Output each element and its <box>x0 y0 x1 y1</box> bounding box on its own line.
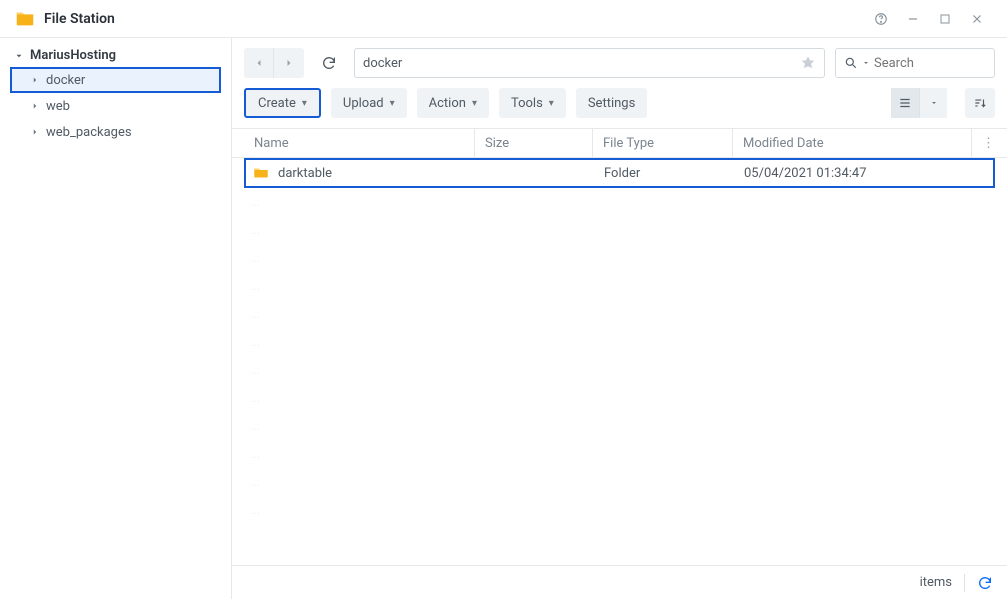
close-button[interactable] <box>961 7 993 31</box>
grid-body: darktable Folder 05/04/2021 01:34:47 ...… <box>232 158 1007 565</box>
upload-button[interactable]: Upload ▾ <box>331 88 407 118</box>
path-text: docker <box>363 56 402 71</box>
column-menu-button[interactable]: ⋮ <box>971 129 995 157</box>
minimize-button[interactable] <box>897 7 929 31</box>
chevron-right-icon <box>30 101 40 111</box>
empty-row: ... <box>244 300 995 328</box>
app-title: File Station <box>44 11 115 27</box>
path-input[interactable]: docker <box>354 48 825 78</box>
app-folder-icon <box>14 8 36 30</box>
tree-item-web[interactable]: web <box>10 93 221 119</box>
tools-button[interactable]: Tools ▾ <box>499 88 566 118</box>
maximize-button[interactable] <box>929 7 961 31</box>
toolbar: Create ▾ Upload ▾ Action ▾ Tools ▾ Setti… <box>232 84 1007 128</box>
empty-row: ... <box>244 272 995 300</box>
row-name: darktable <box>278 166 332 181</box>
empty-row: ... <box>244 188 995 216</box>
tree-root-label: MariusHosting <box>30 48 116 63</box>
search-input[interactable] <box>874 56 986 71</box>
empty-row: ... <box>244 440 995 468</box>
nav-buttons <box>244 48 304 78</box>
status-refresh-button[interactable] <box>977 575 993 591</box>
folder-icon <box>252 164 270 182</box>
main-panel: docker Create ▾ Upload <box>232 38 1007 599</box>
grid-header: Name Size File Type Modified Date ⋮ <box>232 128 1007 158</box>
status-bar: items <box>232 565 1007 599</box>
empty-row: ... <box>244 412 995 440</box>
empty-row: ... <box>244 328 995 356</box>
empty-row: ... <box>244 384 995 412</box>
chevron-down-icon: ▾ <box>549 98 554 109</box>
empty-row: ... <box>244 468 995 496</box>
chevron-down-icon <box>14 51 24 61</box>
view-dropdown-button[interactable] <box>919 88 947 118</box>
view-list-button[interactable] <box>891 88 919 118</box>
row-date: 05/04/2021 01:34:47 <box>734 166 993 181</box>
favorite-star-icon[interactable] <box>800 55 816 71</box>
column-header-size[interactable]: Size <box>474 129 592 157</box>
topbar: docker <box>232 38 1007 84</box>
nav-forward-button[interactable] <box>274 48 304 78</box>
help-button[interactable] <box>865 7 897 31</box>
tree-item-docker[interactable]: docker <box>10 67 221 93</box>
sort-button[interactable] <box>965 88 995 118</box>
tree-item-label: web <box>46 99 70 114</box>
tree-root[interactable]: MariusHosting <box>10 44 221 67</box>
chevron-down-icon: ▾ <box>390 98 395 109</box>
row-type: Folder <box>594 166 734 181</box>
button-label: Tools <box>511 96 543 111</box>
tree-item-web-packages[interactable]: web_packages <box>10 119 221 145</box>
refresh-button[interactable] <box>314 48 344 78</box>
button-label: Action <box>429 96 466 111</box>
sidebar: MariusHosting docker web web_packages <box>0 38 232 599</box>
button-label: Create <box>258 96 296 111</box>
empty-row: ... <box>244 496 995 524</box>
titlebar: File Station <box>0 0 1007 38</box>
button-label: Settings <box>588 96 635 111</box>
divider <box>964 574 965 592</box>
empty-row: ... <box>244 216 995 244</box>
column-header-date[interactable]: Modified Date <box>732 129 971 157</box>
status-items-label: items <box>920 575 952 590</box>
create-button[interactable]: Create ▾ <box>244 88 321 118</box>
chevron-right-icon <box>30 127 40 137</box>
search-box[interactable] <box>835 48 995 78</box>
table-row[interactable]: darktable Folder 05/04/2021 01:34:47 <box>244 158 995 188</box>
chevron-right-icon <box>30 75 40 85</box>
tree-item-label: web_packages <box>46 125 132 140</box>
button-label: Upload <box>343 96 384 111</box>
column-header-name[interactable]: Name <box>244 136 474 151</box>
view-mode-group <box>891 88 947 118</box>
search-icon <box>844 56 858 70</box>
empty-row: ... <box>244 244 995 272</box>
action-button[interactable]: Action ▾ <box>417 88 489 118</box>
settings-button[interactable]: Settings <box>576 88 647 118</box>
column-header-type[interactable]: File Type <box>592 129 732 157</box>
chevron-down-icon: ▾ <box>472 98 477 109</box>
chevron-down-icon: ▾ <box>302 98 307 109</box>
nav-back-button[interactable] <box>244 48 274 78</box>
tree-item-label: docker <box>46 73 85 88</box>
chevron-down-icon[interactable] <box>862 59 870 67</box>
empty-row: ... <box>244 356 995 384</box>
